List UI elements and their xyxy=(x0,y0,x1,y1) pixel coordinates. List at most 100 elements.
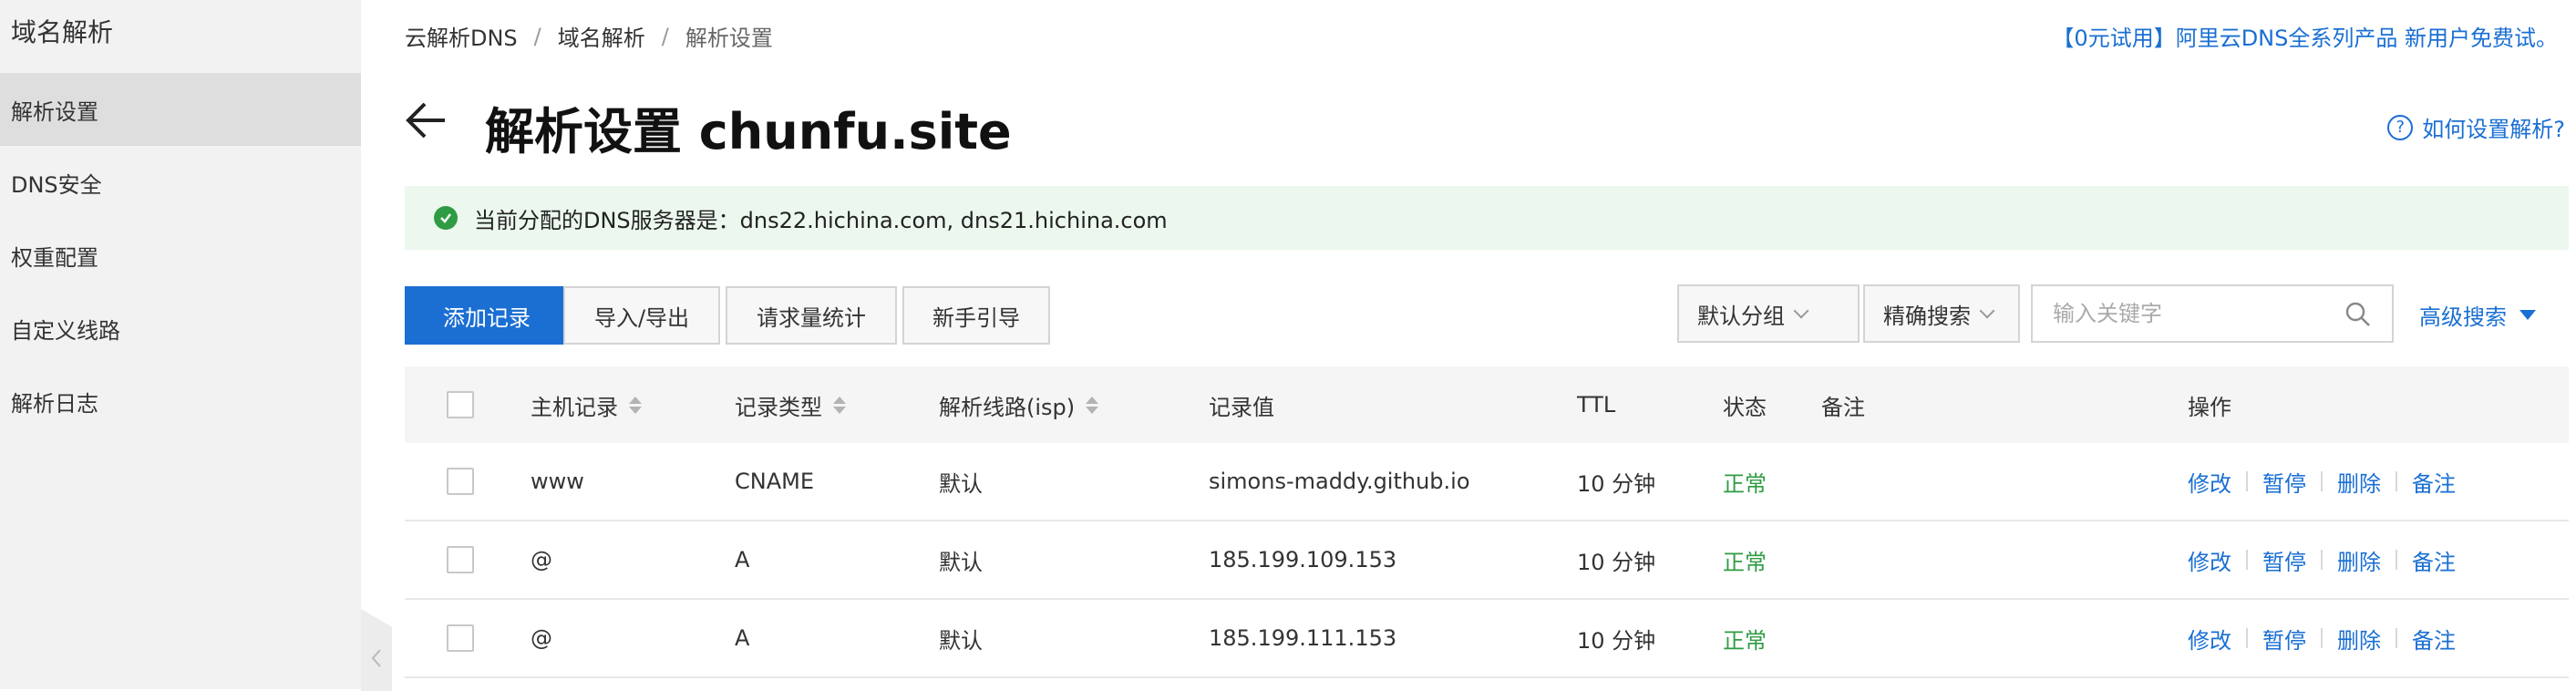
header-type-label: 记录类型 xyxy=(735,394,822,420)
table-row: @ A 默认 185.199.109.153 10 分钟 正常 修改 暂停 删除 备注 xyxy=(405,521,2569,600)
header-ttl: TTL xyxy=(1577,392,1616,418)
cell-host: @ xyxy=(531,625,552,651)
guide-button[interactable]: 新手引导 xyxy=(902,286,1050,345)
cell-value: 185.199.111.153 xyxy=(1209,625,1397,651)
advanced-search-link[interactable]: 高级搜索 xyxy=(2419,299,2536,331)
table-row: @ A 默认 185.199.111.153 10 分钟 正常 修改 暂停 删除 备注 xyxy=(405,600,2569,678)
search-mode-value: 精确搜索 xyxy=(1883,303,1971,329)
cell-ttl: 10 分钟 xyxy=(1577,470,1656,497)
group-select[interactable]: 默认分组 xyxy=(1677,284,1860,343)
cell-status: 正常 xyxy=(1723,549,1767,575)
search-input[interactable] xyxy=(2053,301,2344,326)
delete-link[interactable]: 删除 xyxy=(2337,466,2381,498)
back-arrow-icon[interactable] xyxy=(405,98,448,142)
search-box xyxy=(2031,284,2394,343)
chevron-left-icon xyxy=(371,649,381,667)
check-circle-icon xyxy=(434,206,458,230)
pause-link[interactable]: 暂停 xyxy=(2262,466,2306,498)
cell-type: A xyxy=(735,625,750,651)
breadcrumb: 云解析DNS / 域名解析 / 解析设置 xyxy=(405,20,773,52)
advanced-search-label: 高级搜索 xyxy=(2419,304,2507,330)
request-stats-button[interactable]: 请求量统计 xyxy=(726,286,897,345)
row-actions: 修改 暂停 删除 备注 xyxy=(2188,443,2456,520)
breadcrumb-separator: / xyxy=(533,23,541,49)
page-title: 解析设置 chunfu.site xyxy=(485,103,1012,160)
sidebar-collapse-handle[interactable] xyxy=(361,609,392,691)
breadcrumb-current: 解析设置 xyxy=(685,26,773,51)
add-record-button[interactable]: 添加记录 xyxy=(405,286,569,345)
main-content: 云解析DNS / 域名解析 / 解析设置 【0元试用】阿里云DNS全系列产品 新… xyxy=(405,0,2576,689)
sidebar-title: 域名解析 xyxy=(11,17,114,47)
breadcrumb-link-cloud-dns[interactable]: 云解析DNS xyxy=(405,20,518,52)
sidebar-item-resolve-settings[interactable]: 解析设置 xyxy=(0,73,361,146)
cell-value: simons-maddy.github.io xyxy=(1209,469,1470,494)
delete-link[interactable]: 删除 xyxy=(2337,623,2381,655)
header-status: 状态 xyxy=(1723,394,1767,420)
pause-link[interactable]: 暂停 xyxy=(2262,623,2306,655)
cell-host: www xyxy=(531,469,584,494)
pause-link[interactable]: 暂停 xyxy=(2262,544,2306,576)
remark-link[interactable]: 备注 xyxy=(2412,544,2456,576)
group-select-value: 默认分组 xyxy=(1697,303,1785,329)
header-host-label: 主机记录 xyxy=(531,394,618,420)
cell-type: A xyxy=(735,547,750,572)
remark-link[interactable]: 备注 xyxy=(2412,623,2456,655)
help-link[interactable]: ? 如何设置解析? xyxy=(2387,111,2565,143)
table-header: 主机记录 记录类型 解析线路(isp) 记录值 TTL 状态 备注 操作 xyxy=(405,366,2569,443)
row-checkbox[interactable] xyxy=(447,546,474,573)
breadcrumb-link-domain-resolve[interactable]: 域名解析 xyxy=(558,20,645,52)
divider xyxy=(2321,628,2323,648)
records-table: 主机记录 记录类型 解析线路(isp) 记录值 TTL 状态 备注 操作 www… xyxy=(405,366,2569,678)
sidebar-item-custom-lines[interactable]: 自定义线路 xyxy=(0,292,361,365)
sidebar: 域名解析 解析设置 DNS安全 权重配置 自定义线路 解析日志 xyxy=(0,0,361,689)
divider xyxy=(2396,628,2397,648)
row-checkbox[interactable] xyxy=(447,468,474,495)
row-actions: 修改 暂停 删除 备注 xyxy=(2188,521,2456,598)
header-host[interactable]: 主机记录 xyxy=(531,366,642,443)
cell-ttl: 10 分钟 xyxy=(1577,549,1656,575)
sidebar-item-resolve-log[interactable]: 解析日志 xyxy=(0,365,361,438)
cell-value: 185.199.109.153 xyxy=(1209,547,1397,572)
row-actions: 修改 暂停 删除 备注 xyxy=(2188,600,2456,676)
sidebar-item-dns-security[interactable]: DNS安全 xyxy=(0,146,361,219)
cell-line: 默认 xyxy=(939,627,983,654)
edit-link[interactable]: 修改 xyxy=(2188,466,2231,498)
header-type[interactable]: 记录类型 xyxy=(735,366,846,443)
import-export-button[interactable]: 导入/导出 xyxy=(563,286,720,345)
divider xyxy=(2396,471,2397,491)
divider xyxy=(2321,550,2323,570)
cell-line: 默认 xyxy=(939,549,983,575)
chevron-down-icon xyxy=(1793,303,1809,319)
promo-link[interactable]: 【0元试用】阿里云DNS全系列产品 新用户免费试。 xyxy=(2052,20,2558,52)
header-line-label: 解析线路(isp) xyxy=(939,394,1076,420)
header-actions: 操作 xyxy=(2188,394,2231,420)
cell-status: 正常 xyxy=(1723,627,1767,654)
divider xyxy=(2246,550,2248,570)
select-all-checkbox[interactable] xyxy=(447,391,474,418)
table-row: www CNAME 默认 simons-maddy.github.io 10 分钟 正常 修… xyxy=(405,443,2569,521)
header-value: 记录值 xyxy=(1209,394,1274,420)
divider xyxy=(2396,550,2397,570)
search-mode-select[interactable]: 精确搜索 xyxy=(1863,284,2020,343)
edit-link[interactable]: 修改 xyxy=(2188,623,2231,655)
delete-link[interactable]: 删除 xyxy=(2337,544,2381,576)
cell-host: @ xyxy=(531,547,552,572)
notice-text: 当前分配的DNS服务器是：dns22.hichina.com, dns21.hi… xyxy=(474,207,1168,233)
cell-type: CNAME xyxy=(735,469,814,494)
divider xyxy=(2246,471,2248,491)
header-line[interactable]: 解析线路(isp) xyxy=(939,366,1099,443)
sort-icon xyxy=(833,396,846,414)
row-checkbox[interactable] xyxy=(447,624,474,652)
caret-down-icon xyxy=(2519,310,2536,320)
chevron-down-icon xyxy=(1979,303,1995,319)
edit-link[interactable]: 修改 xyxy=(2188,544,2231,576)
header-remark: 备注 xyxy=(1821,394,1865,420)
sort-icon xyxy=(1086,396,1099,414)
help-icon: ? xyxy=(2387,114,2414,140)
dns-server-notice: 当前分配的DNS服务器是：dns22.hichina.com, dns21.hi… xyxy=(405,186,2569,250)
help-link-label: 如何设置解析? xyxy=(2422,117,2565,142)
sidebar-item-weight-config[interactable]: 权重配置 xyxy=(0,219,361,292)
search-icon[interactable] xyxy=(2344,301,2372,328)
cell-line: 默认 xyxy=(939,470,983,497)
remark-link[interactable]: 备注 xyxy=(2412,466,2456,498)
